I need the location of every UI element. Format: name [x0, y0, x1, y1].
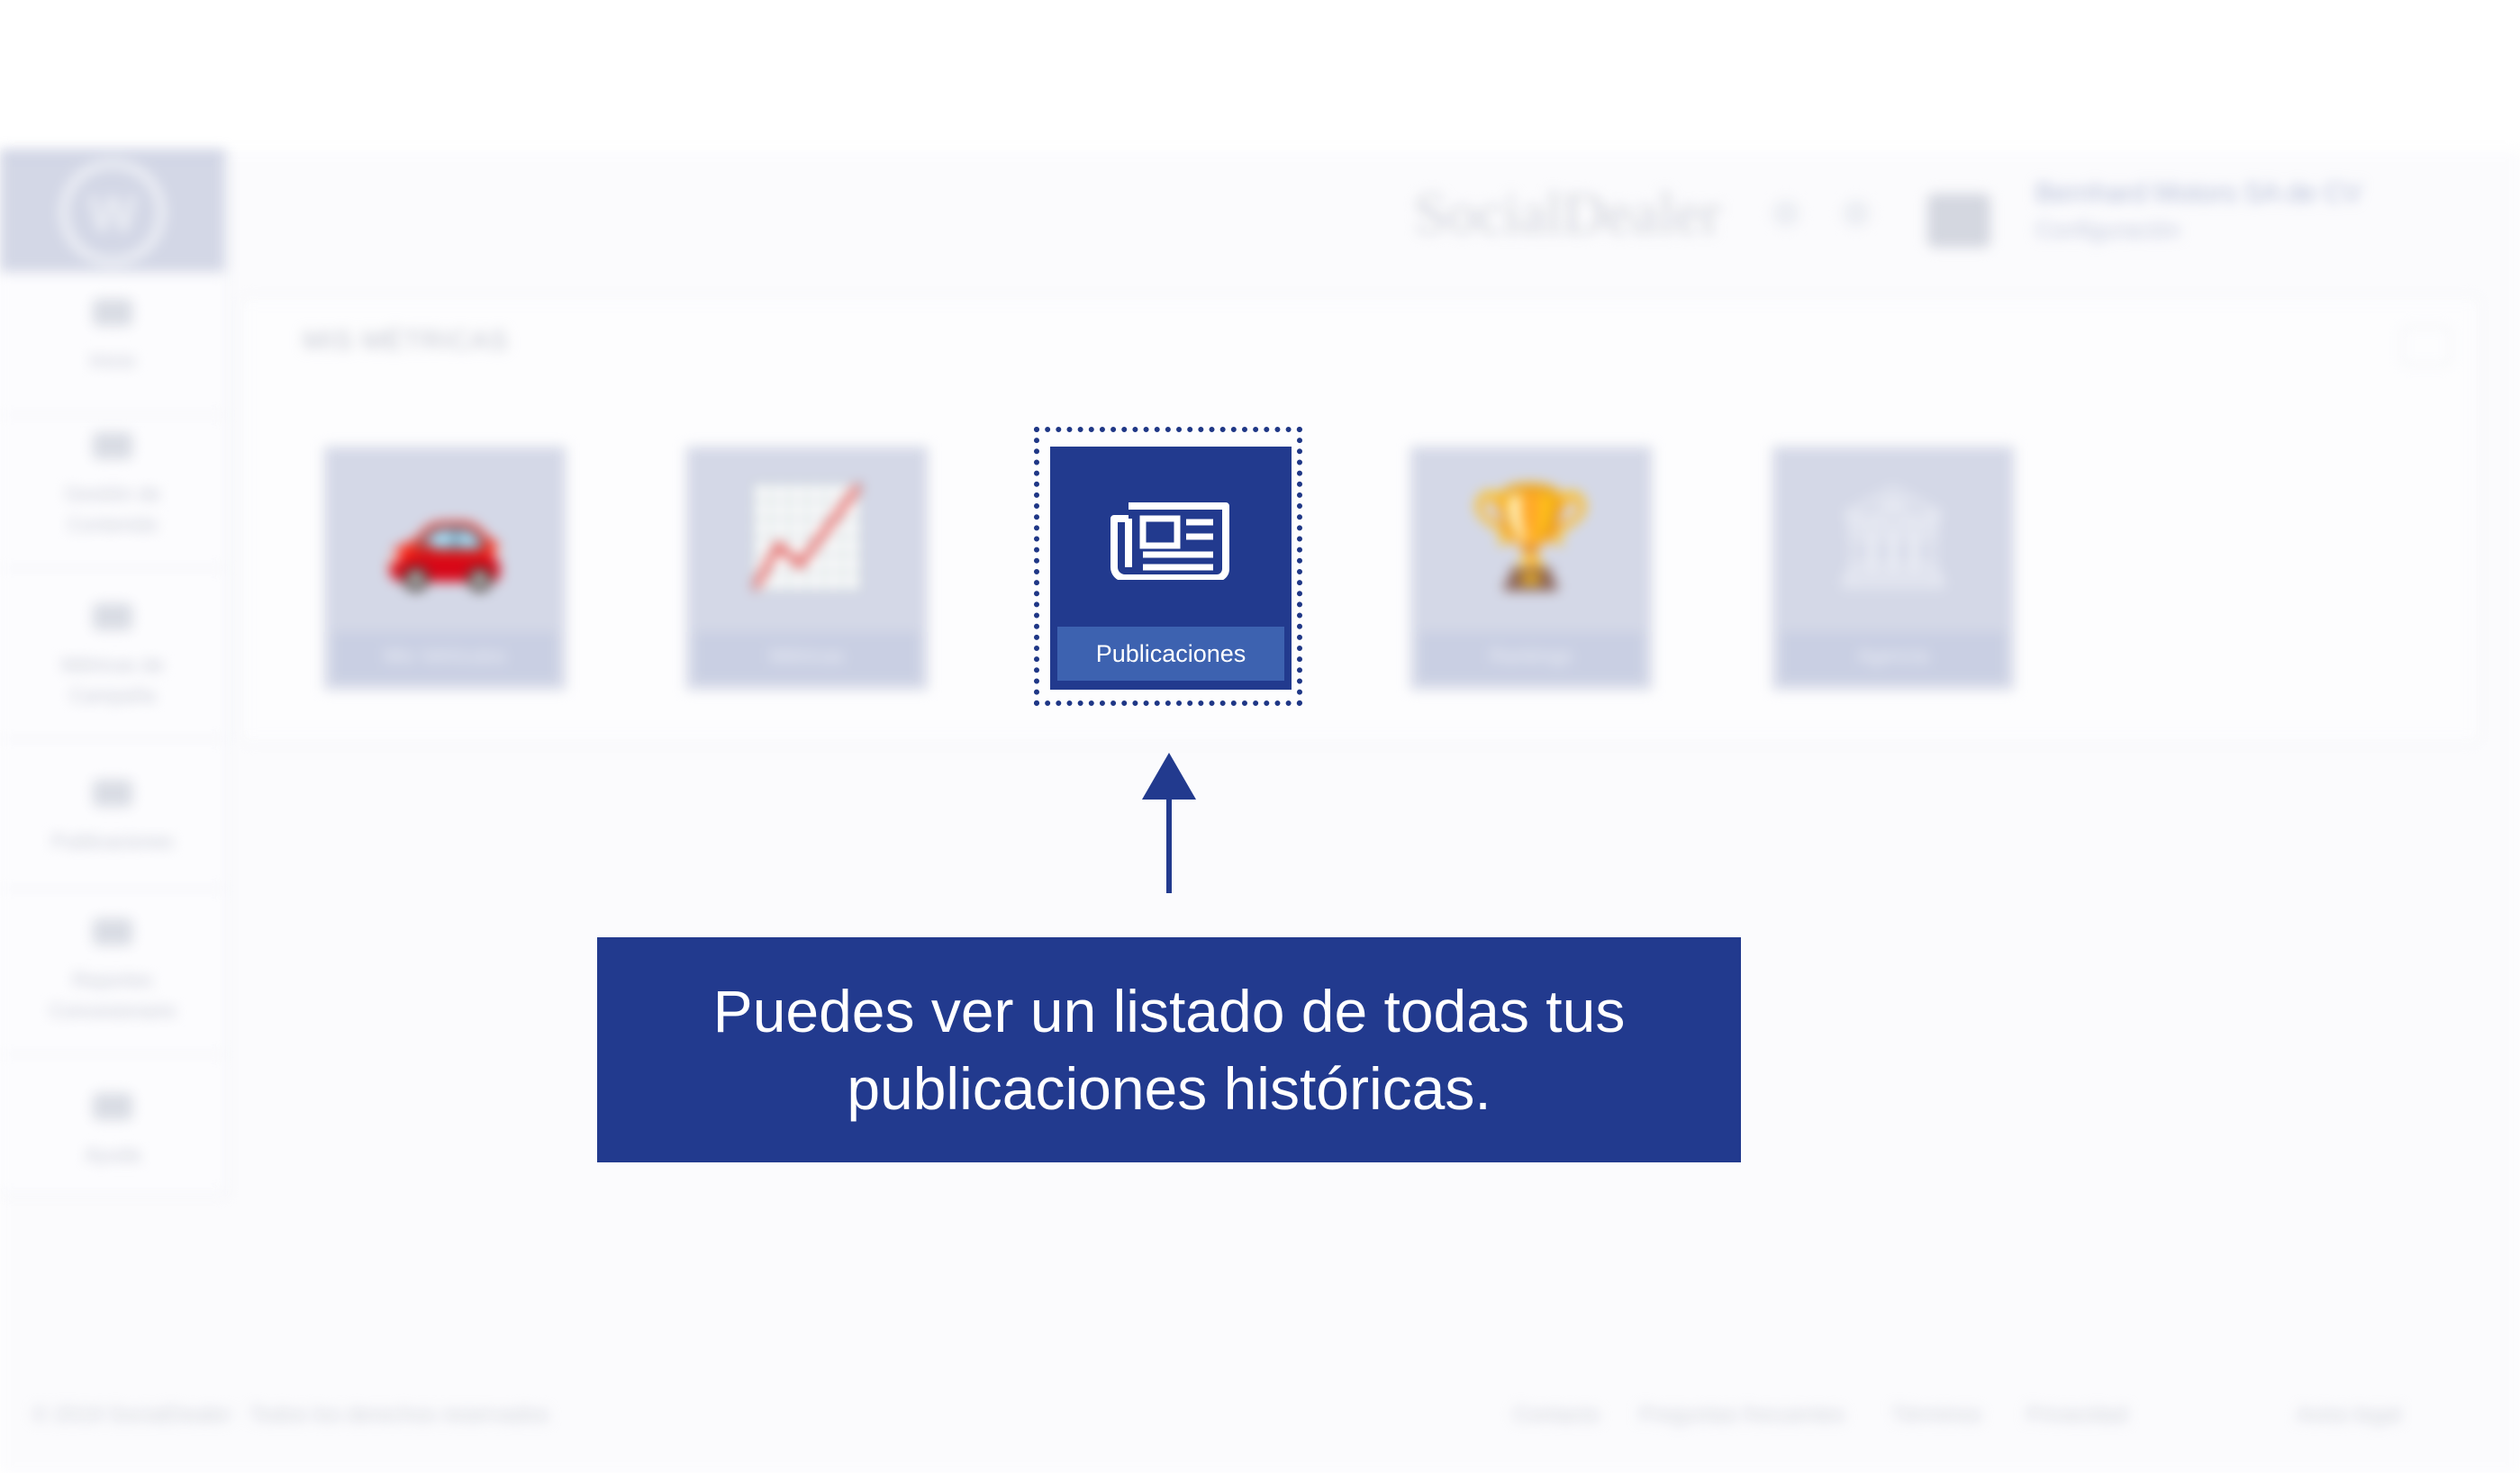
panel-collapse-button[interactable]: [2401, 326, 2452, 366]
tile-agency[interactable]: 🏛 Agencia: [1772, 447, 2014, 690]
sidebar-item-label: Ayuda: [85, 1143, 141, 1166]
metrics-panel: [241, 297, 2479, 742]
tile-label: Agencia: [1781, 632, 2005, 681]
sidebar-item-label: Publicaciones: [51, 830, 174, 853]
home-icon: [93, 299, 132, 326]
reports-icon: [93, 918, 132, 945]
footer-link[interactable]: Aviso legal: [2297, 1403, 2401, 1428]
sidebar-item-help[interactable]: Ayuda: [0, 1093, 225, 1194]
tile-label: Publicaciones: [1057, 627, 1284, 681]
line-chart-icon: 📈: [745, 481, 869, 592]
trophy-icon: 🏆: [1469, 481, 1593, 592]
logo-icon: W: [59, 159, 166, 266]
help-icon: [93, 1093, 132, 1120]
brand-name: SocialDealer: [1414, 181, 1721, 247]
publications-icon: [93, 780, 132, 807]
callout-line-1: Puedes ver un listado de todas tus: [712, 978, 1626, 1044]
tooltip-callout: Puedes ver un listado de todas tus publi…: [597, 937, 1741, 1162]
tile-rankings[interactable]: 🏆 Rankings: [1410, 447, 1652, 690]
callout-text: Puedes ver un listado de todas tus publi…: [665, 972, 1673, 1127]
chevron-left-icon[interactable]: [1772, 200, 1799, 227]
footer-link[interactable]: Términos: [1891, 1403, 1981, 1428]
tile-label: Métricas: [695, 632, 919, 681]
sidebar-item-publications[interactable]: Publicaciones: [0, 780, 225, 890]
avatar[interactable]: [1927, 194, 1990, 248]
sidebar-item-label: Gestión de Contenido: [64, 483, 161, 536]
metrics-icon: [93, 603, 132, 630]
arrow-up-icon: [1142, 753, 1196, 893]
sidebar-item-reports[interactable]: Reportes Concesionario: [0, 918, 225, 1055]
user-role[interactable]: Configuración: [2035, 216, 2180, 244]
tile-label: Rankings: [1419, 632, 1643, 681]
sidebar-item-content[interactable]: Gestión de Contenido: [0, 432, 225, 569]
section-title: MIS MÉTRICAS: [303, 326, 509, 356]
sidebar-item-inicio[interactable]: Inicio: [0, 299, 225, 416]
content-icon: [93, 432, 132, 459]
footer-link[interactable]: Preguntas frecuentes: [1639, 1403, 1845, 1428]
brand-logo[interactable]: W: [0, 151, 225, 272]
footer-link[interactable]: Contacto: [1513, 1403, 1600, 1428]
sidebar-item-label: Reportes Concesionario: [49, 969, 177, 1022]
chevron-right-icon[interactable]: [1843, 200, 1870, 227]
car-icon: 🚗: [383, 481, 507, 592]
sidebar-item-label: Inicio: [89, 349, 136, 372]
newspaper-icon: [1050, 447, 1292, 627]
tile-label: Mis Vehículos: [333, 632, 557, 681]
sidebar-item-label: Métricas de Campaña: [61, 654, 164, 707]
user-name[interactable]: Bernhard Motors SA de CV: [2035, 178, 2361, 209]
tile-publications[interactable]: Publicaciones: [1050, 447, 1292, 690]
callout-line-2: publicaciones históricas.: [847, 1055, 1491, 1122]
tile-vehicles[interactable]: 🚗 Mis Vehículos: [324, 447, 566, 690]
footer-copyright: © 2019 SocialDealer · Todos los derechos…: [32, 1403, 549, 1427]
bank-icon: 🏛: [1830, 481, 1956, 592]
footer-link[interactable]: Privacidad: [2026, 1403, 2127, 1428]
tile-metrics[interactable]: 📈 Métricas: [686, 447, 928, 690]
sidebar-item-metrics[interactable]: Métricas de Campaña: [0, 603, 225, 740]
